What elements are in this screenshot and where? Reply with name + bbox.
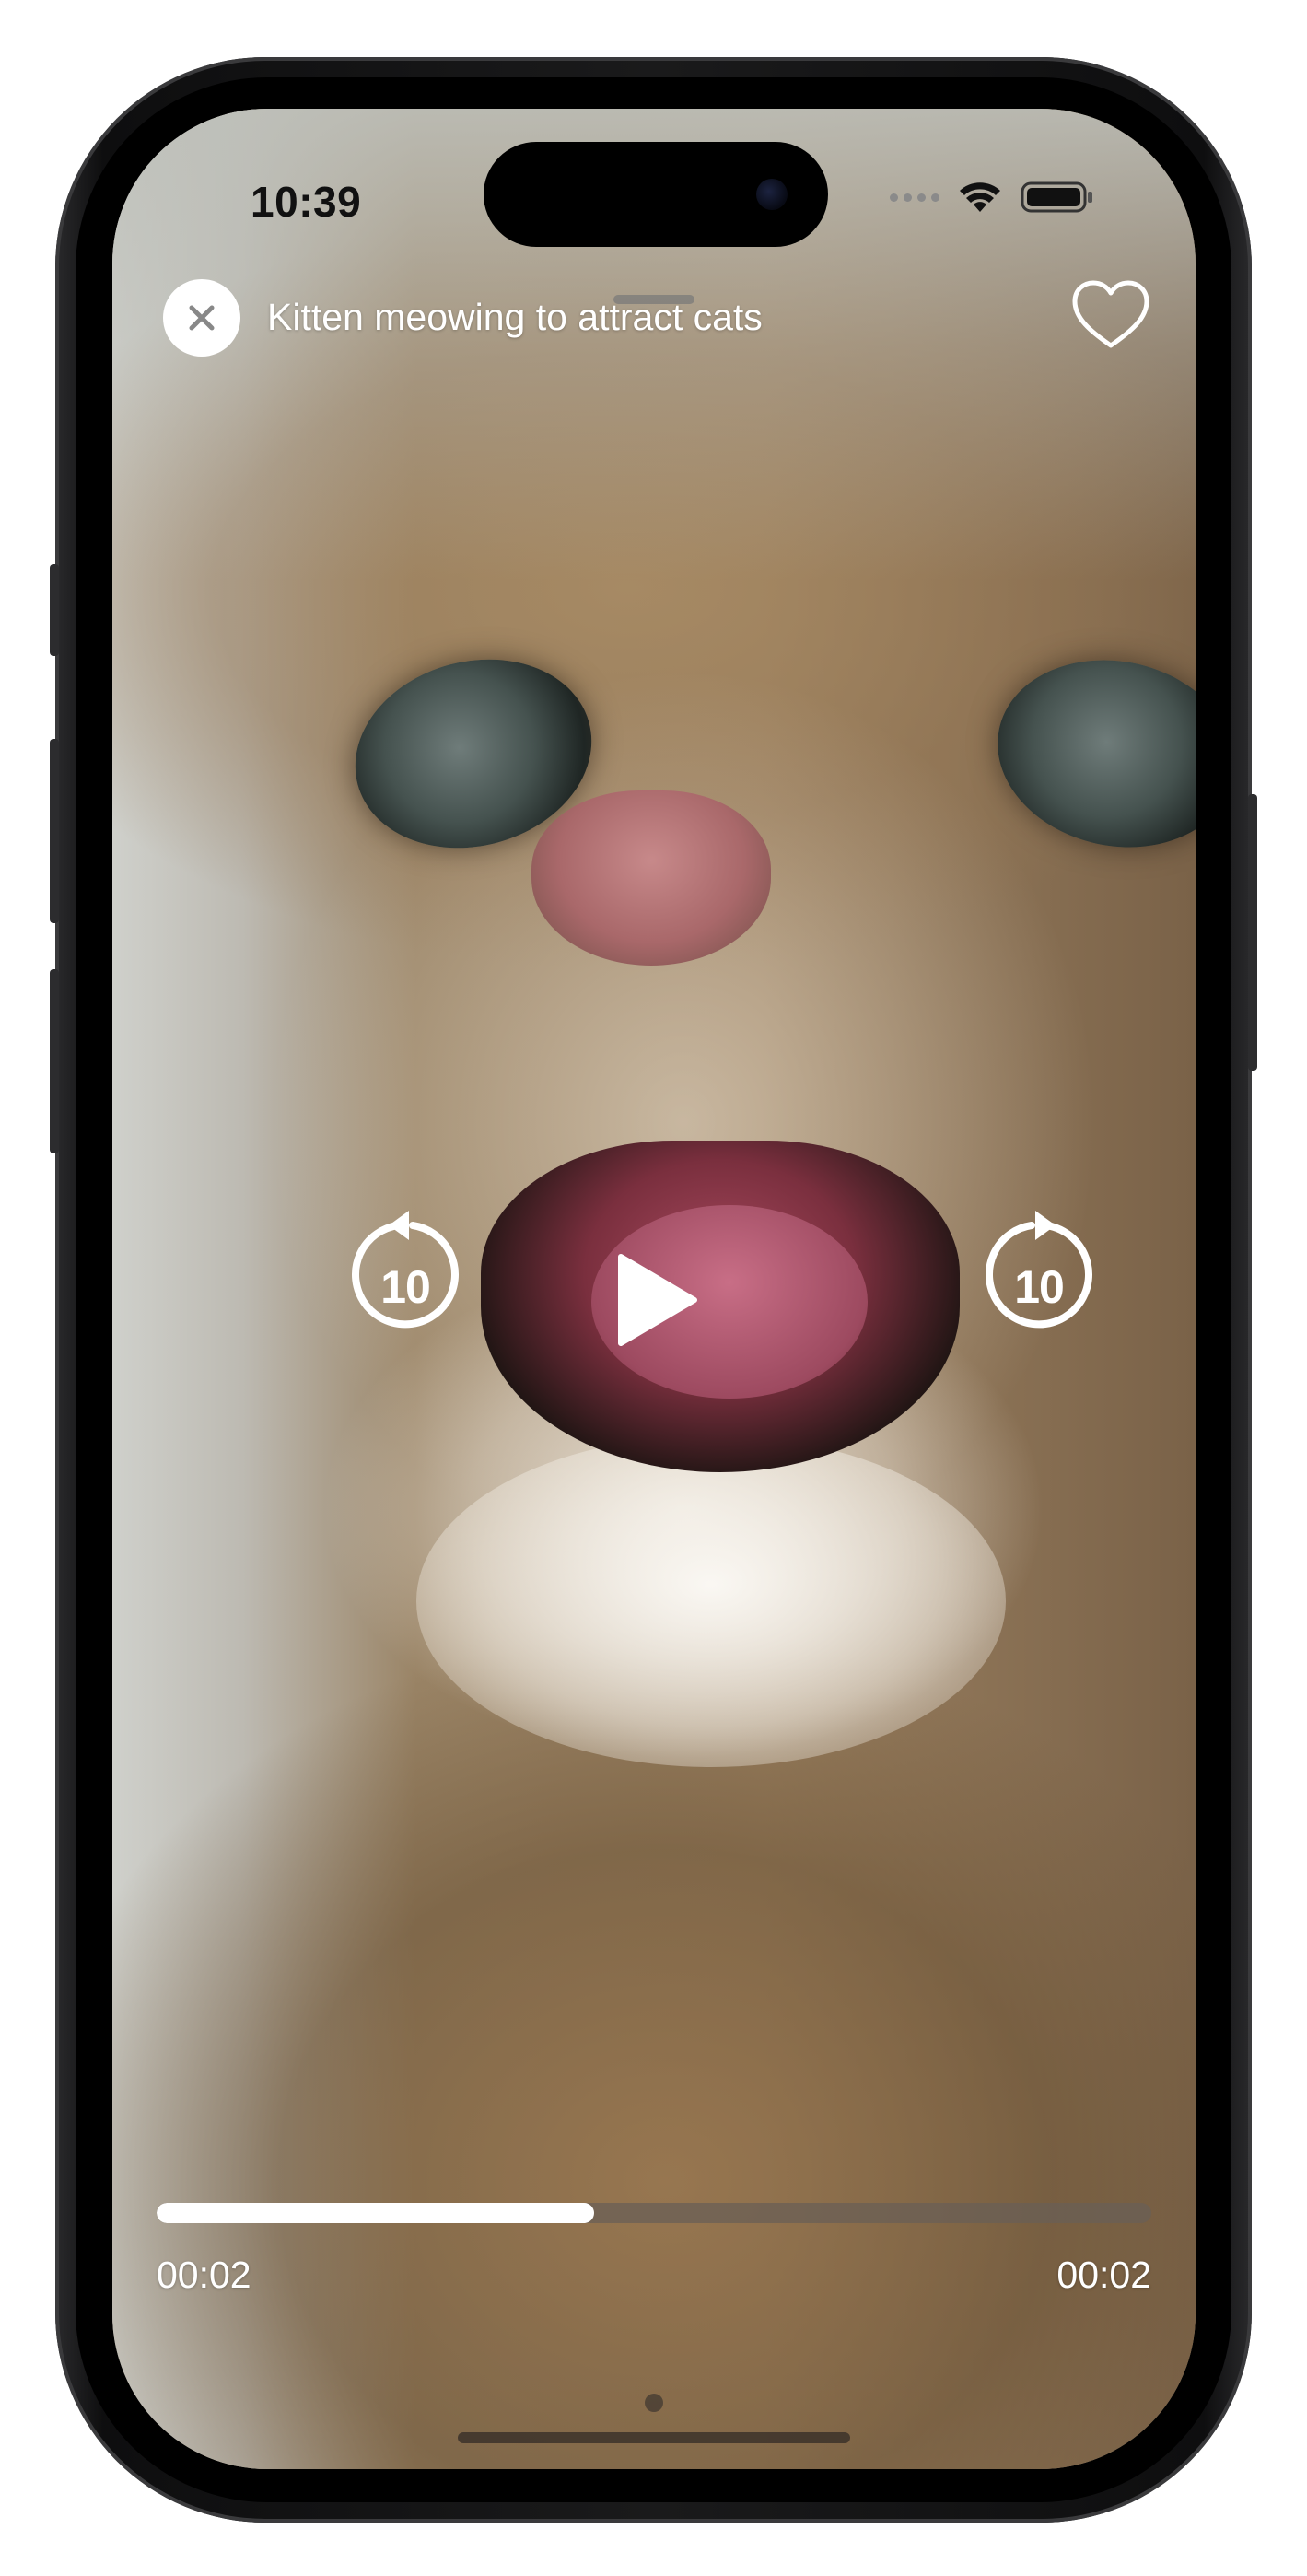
- skip-back-label: 10: [380, 1261, 431, 1313]
- heart-outline-icon: [1072, 280, 1149, 348]
- close-icon: [189, 305, 215, 331]
- remaining-time: 00:02: [1056, 2254, 1151, 2296]
- favorite-button[interactable]: [1068, 273, 1153, 357]
- close-button[interactable]: [163, 279, 240, 357]
- skip-forward-label: 10: [1014, 1261, 1065, 1313]
- cellular-icon: [890, 193, 939, 202]
- volume-down-button: [50, 969, 59, 1153]
- side-button: [1248, 794, 1257, 1071]
- status-icons: [890, 181, 1094, 214]
- skip-back-button[interactable]: 10: [341, 1205, 470, 1343]
- skip-forward-button[interactable]: 10: [974, 1205, 1103, 1343]
- cat-chin: [416, 1435, 1006, 1767]
- front-camera: [756, 179, 788, 210]
- page-indicator-dot: [645, 2394, 663, 2412]
- video-title: Kitten meowing to attract cats: [267, 296, 763, 338]
- dynamic-island: [484, 142, 828, 247]
- sheet-grabber[interactable]: [613, 295, 694, 304]
- cat-nose: [531, 790, 771, 966]
- volume-up-button: [50, 739, 59, 923]
- progress-bar[interactable]: [157, 2203, 1151, 2223]
- cat-right-eye: [980, 638, 1196, 869]
- play-icon: [618, 1254, 697, 1346]
- screen: 10:39 Kitten meowing to attract cats 10 …: [112, 109, 1196, 2469]
- battery-icon: [1021, 181, 1092, 213]
- elapsed-time: 00:02: [157, 2254, 251, 2296]
- progress-fill: [157, 2203, 595, 2223]
- home-indicator[interactable]: [458, 2432, 850, 2443]
- action-button: [50, 564, 59, 656]
- play-button[interactable]: [610, 1249, 702, 1351]
- wifi-icon: [960, 182, 1000, 212]
- status-time: 10:39: [251, 178, 362, 226]
